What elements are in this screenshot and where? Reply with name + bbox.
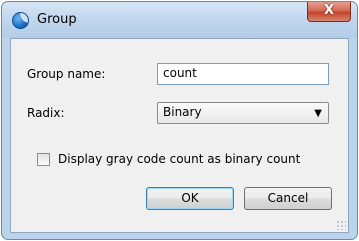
group-name-label: Group name: — [27, 67, 106, 81]
ok-button[interactable]: OK — [146, 187, 234, 210]
dialog-window: Group X Group name: count Radix: Binary … — [1, 1, 358, 240]
title-bar[interactable]: Group X — [2, 2, 357, 38]
dialog-content: Group name: count Radix: Binary ▼ Displa… — [10, 38, 349, 233]
group-name-input[interactable]: count — [157, 63, 329, 85]
gray-code-checkbox[interactable] — [37, 153, 50, 166]
app-globe-icon — [12, 12, 29, 29]
gray-code-checkbox-label[interactable]: Display gray code count as binary count — [58, 152, 300, 166]
chevron-down-icon: ▼ — [314, 108, 322, 119]
close-button[interactable]: X — [307, 2, 351, 22]
radix-selected-value: Binary — [163, 105, 202, 119]
window-title: Group — [37, 12, 77, 27]
radix-label: Radix: — [27, 106, 65, 120]
group-name-value: count — [163, 66, 197, 80]
cancel-button[interactable]: Cancel — [244, 187, 332, 210]
radix-dropdown[interactable]: Binary ▼ — [157, 102, 329, 124]
close-icon: X — [323, 3, 335, 18]
resize-grip-icon[interactable] — [336, 220, 346, 230]
